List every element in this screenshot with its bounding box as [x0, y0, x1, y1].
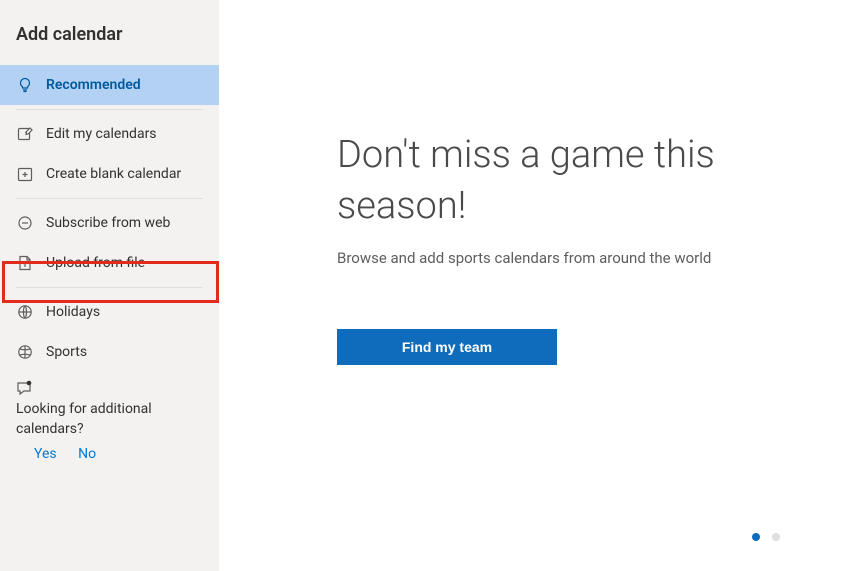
divider	[16, 198, 203, 199]
sidebar-item-label: Subscribe from web	[46, 215, 170, 231]
pager-dot-2[interactable]	[772, 533, 780, 541]
sports-icon	[16, 343, 34, 361]
sidebar-item-holidays[interactable]: Holidays	[0, 292, 219, 332]
sidebar-item-create[interactable]: Create blank calendar	[0, 154, 219, 194]
sidebar-item-label: Sports	[46, 344, 87, 360]
hero-title: Don't miss a game this season!	[337, 130, 810, 233]
find-my-team-button[interactable]: Find my team	[337, 329, 557, 365]
sidebar-item-label: Edit my calendars	[46, 126, 157, 142]
file-upload-icon	[16, 254, 34, 272]
main-panel: Don't miss a game this season! Browse an…	[219, 0, 850, 571]
sidebar-title: Add calendar	[0, 18, 219, 65]
lightbulb-icon	[16, 76, 34, 94]
sidebar-item-edit[interactable]: Edit my calendars	[0, 114, 219, 154]
feedback-icon	[16, 380, 203, 398]
sidebar-item-label: Holidays	[46, 304, 100, 320]
feedback-prompt: Looking for additional calendars?	[16, 400, 203, 439]
divider	[16, 109, 203, 110]
feedback-no-link[interactable]: No	[78, 446, 96, 462]
sidebar-item-recommended[interactable]: Recommended	[0, 65, 219, 105]
sidebar-item-label: Upload from file	[46, 255, 145, 271]
globe-icon	[16, 303, 34, 321]
divider	[16, 287, 203, 288]
hero-subtitle: Browse and add sports calendars from aro…	[337, 249, 810, 267]
link-icon	[16, 214, 34, 232]
sidebar-item-upload[interactable]: Upload from file	[0, 243, 219, 283]
pager-dot-1[interactable]	[752, 533, 760, 541]
sidebar-item-sports[interactable]: Sports	[0, 332, 219, 372]
sidebar-item-label: Create blank calendar	[46, 166, 181, 182]
carousel-pager	[752, 533, 780, 541]
sidebar-item-subscribe[interactable]: Subscribe from web	[0, 203, 219, 243]
edit-icon	[16, 125, 34, 143]
feedback-yes-link[interactable]: Yes	[34, 446, 57, 462]
calendar-add-icon	[16, 165, 34, 183]
sidebar: Add calendar Recommended Edit my calenda…	[0, 0, 219, 571]
feedback-block: Looking for additional calendars? Yes No	[0, 372, 219, 465]
sidebar-item-label: Recommended	[46, 77, 141, 93]
